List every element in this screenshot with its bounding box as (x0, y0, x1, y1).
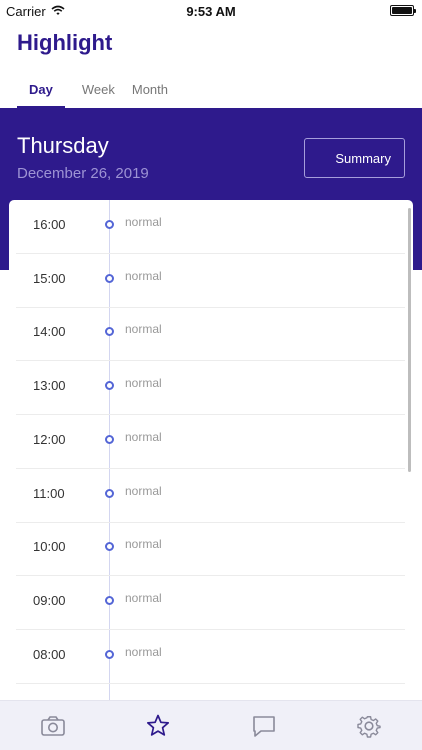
gear-icon[interactable] (356, 713, 382, 739)
row-status: normal (125, 268, 162, 283)
tab-day-label: Day (29, 82, 53, 97)
period-tabs: Day Week Month (17, 82, 185, 108)
timeline-row[interactable]: 12:00 normal (16, 415, 405, 469)
row-status: normal (125, 483, 162, 498)
timeline-dot (105, 220, 114, 229)
timeline-dot (105, 434, 114, 444)
timeline-row[interactable]: 08:00 normal (16, 630, 405, 684)
star-icon[interactable] (145, 713, 171, 739)
row-status: normal (125, 644, 162, 659)
camera-icon[interactable] (40, 713, 66, 739)
timeline-row[interactable]: 09:00 normal (16, 576, 405, 630)
status-time: 9:53 AM (186, 4, 236, 19)
row-time: 09:00 (33, 592, 66, 608)
battery-icon (390, 5, 416, 16)
timeline-dot (105, 381, 114, 391)
day-name: Thursday (17, 133, 109, 158)
timeline-dot (105, 649, 114, 659)
timeline-row[interactable]: 16:00 normal (16, 200, 405, 254)
row-status: normal (125, 376, 162, 391)
row-status: normal (125, 322, 162, 337)
day-date: December 26, 2019 (17, 165, 149, 182)
row-time: 15:00 (33, 270, 66, 286)
tab-month[interactable]: Month (132, 82, 168, 108)
timeline-card[interactable]: 16:00 normal 15:00 normal 14:00 normal 13:00 no… (9, 200, 413, 700)
row-status: normal (125, 590, 162, 605)
bottom-tab-bar (0, 700, 422, 750)
timeline-dot (105, 542, 114, 552)
timeline-row[interactable]: 13:00 normal (16, 361, 405, 416)
row-time: 10:00 (33, 539, 66, 555)
chat-icon[interactable] (251, 713, 277, 739)
timeline-dot (105, 595, 114, 605)
row-status: normal (125, 429, 162, 444)
row-status: normal (125, 537, 162, 552)
tab-day[interactable]: Day (17, 82, 65, 108)
page-title: Highlight (17, 30, 113, 55)
timeline-dot (105, 488, 114, 498)
row-time: 11:00 (33, 485, 65, 501)
row-time: 16:00 (33, 217, 66, 232)
tab-month-label: Month (131, 82, 168, 97)
summary-button[interactable]: Summary (304, 138, 405, 178)
timeline-dot (105, 273, 114, 283)
timeline-dot (105, 327, 114, 337)
row-time: 13:00 (33, 378, 66, 394)
status-bar: Carrier 9:53 AM (0, 0, 422, 22)
row-time: 14:00 (33, 324, 66, 340)
scrollbar[interactable] (408, 208, 411, 472)
timeline-row[interactable]: 10:00 normal (16, 522, 405, 577)
row-time: 12:00 (33, 431, 66, 447)
timeline-row[interactable]: 14:00 normal (16, 307, 405, 362)
timeline-row[interactable]: 11:00 normal (16, 469, 405, 523)
row-status: normal (125, 215, 162, 229)
timeline-row[interactable]: 15:00 normal (16, 254, 405, 308)
row-time: 08:00 (33, 646, 66, 662)
tab-week-label: Week (81, 82, 115, 97)
tab-week[interactable]: Week (82, 82, 115, 108)
